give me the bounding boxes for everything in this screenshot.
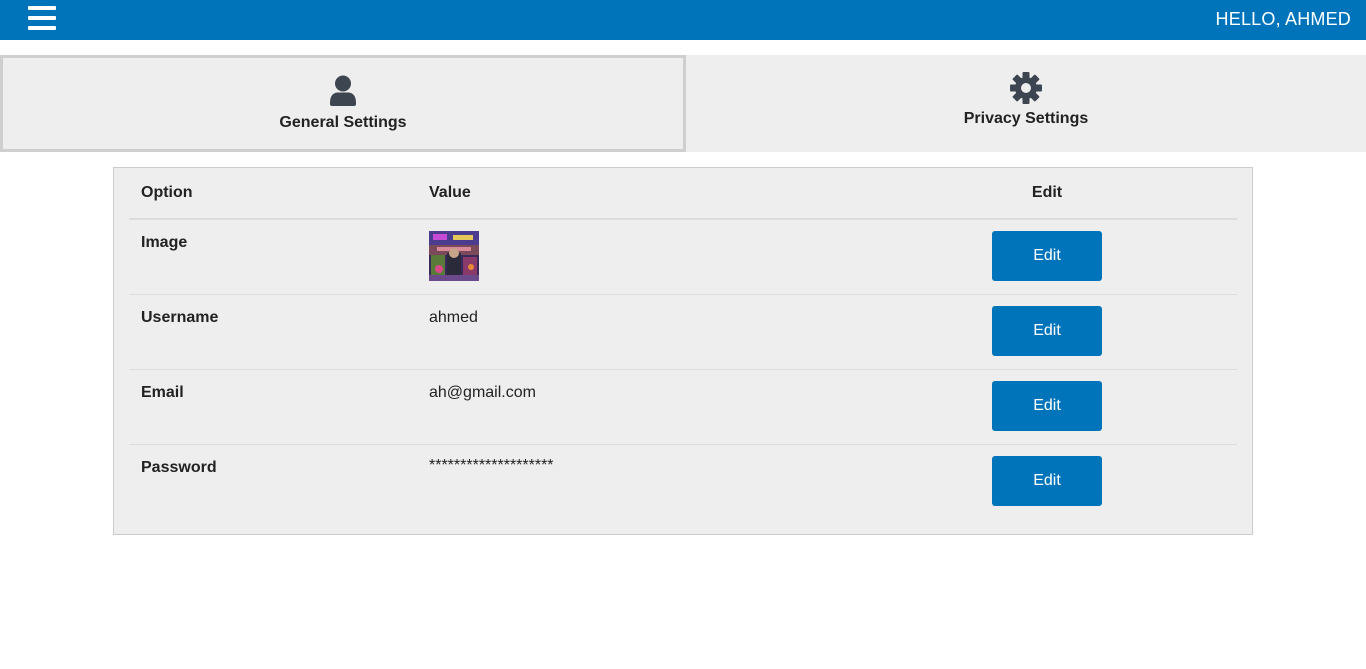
edit-username-button[interactable]: Edit <box>992 306 1102 356</box>
option-label: Username <box>141 309 219 326</box>
tab-privacy-settings[interactable]: Privacy Settings <box>686 55 1366 152</box>
column-header-value: Value <box>429 184 471 201</box>
top-navbar: HELLO, AHMED <box>0 0 1366 40</box>
column-header-edit: Edit <box>1031 184 1063 201</box>
tab-label: General Settings <box>279 114 407 131</box>
username-value: ahmed <box>429 309 478 326</box>
user-icon <box>330 75 356 106</box>
hamburger-menu-icon[interactable] <box>28 6 56 32</box>
profile-image-thumbnail <box>429 231 479 281</box>
option-label: Password <box>141 459 217 476</box>
user-greeting: HELLO, AHMED <box>1215 9 1351 29</box>
tab-general-settings[interactable]: General Settings <box>0 55 686 152</box>
table-row-username: Username ahmed Edit <box>129 294 1237 370</box>
edit-password-button[interactable]: Edit <box>992 456 1102 506</box>
settings-tabs: General Settings Privacy Settings <box>0 55 1366 152</box>
email-value: ah@gmail.com <box>429 384 536 401</box>
table-row-email: Email ah@gmail.com Edit <box>129 369 1237 445</box>
table-row-password: Password ******************** Edit <box>129 444 1237 519</box>
option-label: Email <box>141 384 184 401</box>
password-value: ******************** <box>429 457 554 474</box>
edit-email-button[interactable]: Edit <box>992 381 1102 431</box>
settings-table: Option Value Edit Image Edit Username ah… <box>113 167 1253 535</box>
option-label: Image <box>141 234 188 251</box>
tab-label: Privacy Settings <box>963 110 1089 127</box>
edit-image-button[interactable]: Edit <box>992 231 1102 281</box>
gear-icon <box>1010 72 1042 104</box>
table-row-image: Image Edit <box>129 219 1237 295</box>
table-header-row: Option Value Edit <box>129 168 1237 220</box>
column-header-option: Option <box>141 184 193 201</box>
